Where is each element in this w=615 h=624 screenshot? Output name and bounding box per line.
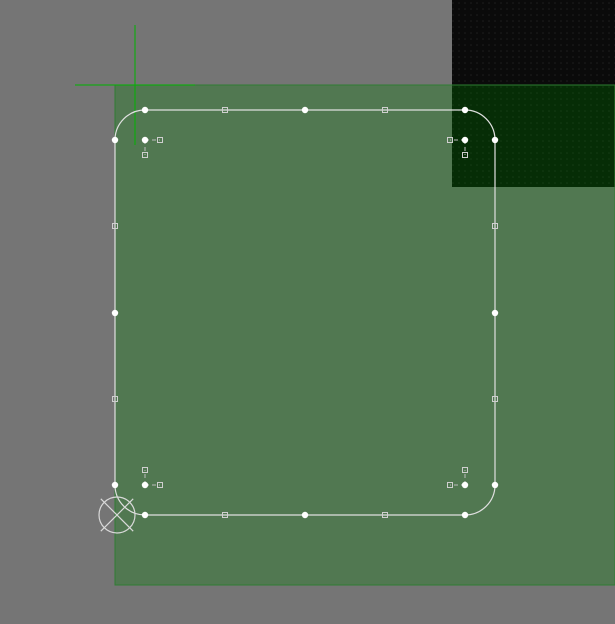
control-point[interactable] xyxy=(142,137,148,143)
control-point[interactable] xyxy=(462,137,468,143)
selection-overlay xyxy=(115,85,615,585)
control-point[interactable] xyxy=(112,482,118,488)
control-point[interactable] xyxy=(142,512,148,518)
control-point[interactable] xyxy=(462,482,468,488)
control-point[interactable] xyxy=(492,482,498,488)
control-point[interactable] xyxy=(492,310,498,316)
control-point[interactable] xyxy=(302,512,308,518)
control-point[interactable] xyxy=(492,137,498,143)
control-point[interactable] xyxy=(462,107,468,113)
control-point[interactable] xyxy=(142,482,148,488)
viewport-3d[interactable] xyxy=(0,0,615,624)
control-point[interactable] xyxy=(462,512,468,518)
control-point[interactable] xyxy=(112,310,118,316)
scene-svg[interactable] xyxy=(0,0,615,624)
control-point[interactable] xyxy=(302,107,308,113)
control-point[interactable] xyxy=(142,107,148,113)
control-point[interactable] xyxy=(112,137,118,143)
